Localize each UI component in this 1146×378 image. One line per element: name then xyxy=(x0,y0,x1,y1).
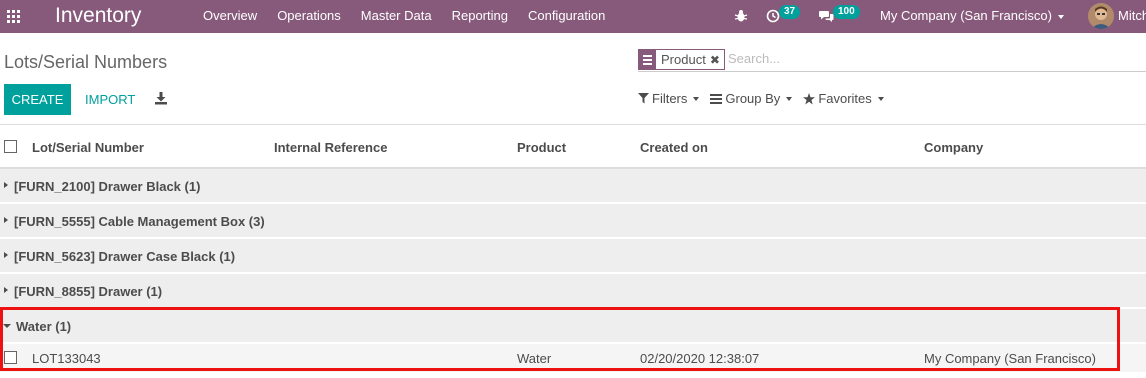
caret-right-icon xyxy=(4,287,8,293)
group-by-label: Group By xyxy=(725,91,781,106)
create-button[interactable]: CREATE xyxy=(4,84,71,115)
group-label: [FURN_2100] Drawer Black (1) xyxy=(14,179,201,194)
group-label: Water (1) xyxy=(16,319,72,334)
bug-icon[interactable] xyxy=(734,9,748,23)
star-icon xyxy=(803,92,816,104)
apps-grid-icon[interactable] xyxy=(7,10,20,23)
select-all-checkbox[interactable] xyxy=(4,140,17,153)
menu-operations[interactable]: Operations xyxy=(277,8,341,23)
cell-product: Water xyxy=(517,351,552,366)
chevron-down-icon xyxy=(786,96,793,101)
company-name: My Company (San Francisco) xyxy=(880,8,1052,23)
close-icon[interactable]: ✖ xyxy=(710,53,724,67)
filters-label: Filters xyxy=(652,91,688,106)
chat-bubbles-icon[interactable] xyxy=(819,9,834,23)
chevron-down-icon xyxy=(1057,14,1064,19)
caret-right-icon xyxy=(4,217,8,223)
message-count-badge: 100 xyxy=(833,5,860,19)
menu-reporting[interactable]: Reporting xyxy=(452,8,508,23)
avatar[interactable] xyxy=(1088,3,1114,29)
group-label: [FURN_5555] Cable Management Box (3) xyxy=(14,214,265,229)
group-label: [FURN_8855] Drawer (1) xyxy=(14,284,163,299)
column-internal-reference[interactable]: Internal Reference xyxy=(274,140,387,155)
clock-icon[interactable] xyxy=(766,9,780,23)
cell-created-on: 02/20/2020 12:38:07 xyxy=(640,351,760,366)
company-switcher[interactable]: My Company (San Francisco) xyxy=(880,8,1064,23)
column-product[interactable]: Product xyxy=(517,140,566,155)
column-company[interactable]: Company xyxy=(924,140,983,155)
cell-company: My Company (San Francisco) xyxy=(924,351,1096,366)
group-row[interactable]: [FURN_8855] Drawer (1) xyxy=(0,274,1146,308)
activity-count-badge: 37 xyxy=(779,5,801,19)
caret-down-icon xyxy=(3,324,11,328)
download-icon[interactable] xyxy=(154,91,168,105)
group-row-expanded[interactable]: Water (1) xyxy=(0,309,1146,343)
breadcrumb: Lots/Serial Numbers xyxy=(4,52,168,72)
facet-label: Product xyxy=(661,52,706,67)
group-by-dropdown[interactable]: Group By xyxy=(710,91,793,106)
group-row[interactable]: [FURN_5623] Drawer Case Black (1) xyxy=(0,239,1146,273)
search-bar: Product ✖ xyxy=(638,48,1146,72)
row-checkbox[interactable] xyxy=(4,351,17,364)
filters-dropdown[interactable]: Filters xyxy=(638,91,700,106)
search-facet: Product ✖ xyxy=(638,49,725,70)
menu-configuration[interactable]: Configuration xyxy=(528,8,605,23)
group-row[interactable]: [FURN_2100] Drawer Black (1) xyxy=(0,169,1146,203)
search-input[interactable] xyxy=(728,51,1128,66)
list-header: Lot/Serial Number Internal Reference Pro… xyxy=(0,124,1146,169)
column-created-on[interactable]: Created on xyxy=(640,140,708,155)
group-by-facet-icon xyxy=(639,50,656,69)
menu-overview[interactable]: Overview xyxy=(203,8,257,23)
group-row[interactable]: [FURN_5555] Cable Management Box (3) xyxy=(0,204,1146,238)
main-menu: Overview Operations Master Data Reportin… xyxy=(203,8,625,23)
menu-master-data[interactable]: Master Data xyxy=(361,8,432,23)
filter-icon xyxy=(638,93,649,104)
user-name[interactable]: Mitch xyxy=(1118,8,1146,23)
cell-lot-serial-number: LOT133043 xyxy=(32,351,101,366)
table-row[interactable]: LOT133043 Water 02/20/2020 12:38:07 My C… xyxy=(0,344,1146,372)
caret-right-icon xyxy=(4,252,8,258)
app-title[interactable]: Inventory xyxy=(55,4,141,28)
list-icon xyxy=(710,93,723,104)
import-button[interactable]: IMPORT xyxy=(79,84,141,115)
search-options: Filters Group By Favorites xyxy=(638,91,895,106)
caret-right-icon xyxy=(4,182,8,188)
chevron-down-icon xyxy=(693,96,700,101)
top-navbar: Inventory Overview Operations Master Dat… xyxy=(0,0,1146,33)
favorites-dropdown[interactable]: Favorites xyxy=(803,91,884,106)
chevron-down-icon xyxy=(877,96,884,101)
group-label: [FURN_5623] Drawer Case Black (1) xyxy=(14,249,236,264)
column-lot-serial-number[interactable]: Lot/Serial Number xyxy=(32,140,144,155)
favorites-label: Favorites xyxy=(818,91,872,106)
